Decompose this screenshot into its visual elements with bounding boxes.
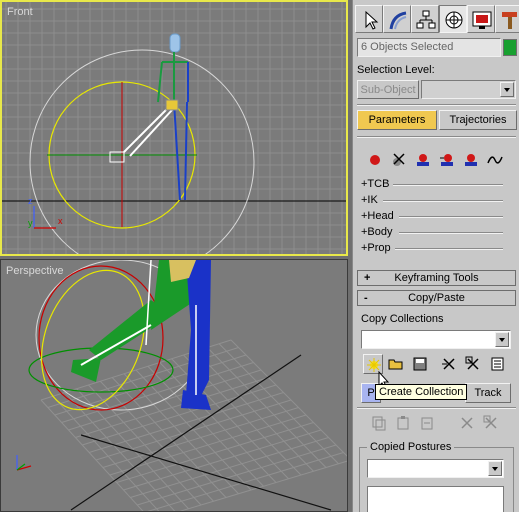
delete-collection-button[interactable] — [439, 354, 459, 374]
sliding-key-icon — [440, 154, 453, 166]
curve-icon — [487, 156, 503, 164]
save-icon — [413, 357, 427, 371]
persp-axis-tripod — [16, 455, 32, 471]
divider — [399, 232, 503, 234]
delete-all-icon — [465, 356, 479, 370]
track-button[interactable]: Track — [465, 383, 511, 403]
selection-color-swatch[interactable] — [503, 39, 517, 56]
motion-icon — [445, 11, 463, 29]
copy-icon — [372, 416, 386, 431]
divider — [395, 248, 503, 250]
keyframing-tools-title: Keyframing Tools — [394, 272, 479, 284]
parameters-button[interactable]: Parameters — [357, 110, 437, 130]
delete-icon — [461, 417, 473, 429]
set-free-key-button[interactable] — [461, 150, 481, 170]
delete-all-icon — [483, 415, 497, 429]
perspective-viewport[interactable]: Perspective — [0, 259, 348, 512]
delete-all-postures-button[interactable] — [481, 413, 501, 433]
copy-paste-title: Copy/Paste — [408, 292, 465, 304]
persp-red-ring — [38, 265, 164, 411]
display-icon — [472, 11, 492, 29]
divider — [357, 104, 516, 106]
chevron-down-icon — [495, 332, 509, 347]
hierarchy-icon — [416, 10, 436, 29]
divider — [399, 216, 503, 218]
set-sliding-key-button[interactable] — [437, 150, 457, 170]
posture-preview — [367, 486, 504, 512]
divider — [393, 184, 503, 186]
command-panel: 6 Objects Selected Selection Level: Sub-… — [352, 0, 519, 512]
track-body[interactable]: +Body — [361, 226, 393, 238]
set-key-button[interactable] — [365, 150, 385, 170]
delete-key-icon — [393, 153, 405, 166]
paste-opposite-button[interactable] — [417, 413, 437, 433]
persp-axis-line-b — [70, 354, 302, 511]
tab-utilities[interactable] — [495, 5, 519, 33]
set-planted-key-button[interactable] — [413, 150, 433, 170]
free-key-icon — [465, 154, 477, 166]
copy-collections-label: Copy Collections — [361, 313, 444, 325]
paste-opposite-icon — [421, 417, 433, 430]
bend-icon — [389, 11, 407, 30]
axis-z-label: z — [28, 196, 33, 206]
paste-icon — [397, 416, 409, 430]
divider — [383, 200, 503, 202]
red-dot-icon — [370, 155, 380, 165]
trajectories-button[interactable]: Trajectories — [439, 110, 517, 130]
track-prop[interactable]: +Prop — [361, 242, 391, 254]
paste-posture-button[interactable] — [393, 413, 413, 433]
curve-button[interactable] — [485, 150, 505, 170]
axis-y-label: y — [28, 218, 33, 228]
copy-collections-dropdown[interactable] — [361, 330, 511, 349]
delete-posture-button[interactable] — [457, 413, 477, 433]
sub-object-button[interactable]: Sub-Object — [357, 80, 419, 99]
delete-key-button[interactable] — [389, 150, 409, 170]
tab-display[interactable] — [467, 5, 495, 33]
copy-paste-rollout[interactable]: - Copy/Paste — [357, 290, 516, 306]
perspective-viewport-canvas — [16, 260, 347, 511]
front-viewport-canvas: z x y — [2, 2, 346, 254]
tab-modify[interactable] — [383, 5, 411, 33]
folder-icon — [388, 359, 403, 370]
selection-name-field[interactable]: 6 Objects Selected — [357, 38, 501, 57]
tab-motion[interactable] — [439, 5, 467, 33]
divider — [357, 136, 516, 138]
cursor-icon — [365, 10, 379, 30]
front-viewport[interactable]: z x y Front — [0, 0, 348, 256]
save-collection-button[interactable] — [410, 354, 430, 374]
axis-x-label: x — [58, 216, 63, 226]
command-panel-tabs — [353, 0, 519, 36]
keyframing-tools-rollout[interactable]: + Keyframing Tools — [357, 270, 516, 286]
copied-postures-label: Copied Postures — [367, 441, 455, 453]
copy-posture-button[interactable] — [369, 413, 389, 433]
delete-all-collections-button[interactable] — [463, 354, 483, 374]
track-tcb[interactable]: +TCB — [361, 178, 389, 190]
perspective-viewport-label[interactable]: Perspective — [6, 265, 63, 277]
chevron-down-icon — [500, 82, 514, 97]
planted-key-icon — [417, 154, 429, 166]
track-head[interactable]: +Head — [361, 210, 394, 222]
delete-icon — [442, 358, 455, 370]
tab-hierarchy[interactable] — [411, 5, 439, 33]
divider — [357, 407, 516, 409]
document-icon — [491, 357, 504, 371]
max-load-save-button[interactable] — [487, 354, 507, 374]
selection-level-label: Selection Level: — [357, 64, 435, 76]
track-ik[interactable]: +IK — [361, 194, 378, 206]
tab-create[interactable] — [355, 5, 383, 33]
copied-postures-dropdown[interactable] — [367, 459, 504, 478]
hammer-icon — [502, 12, 517, 29]
front-viewport-label[interactable]: Front — [7, 6, 33, 18]
sub-object-dropdown[interactable] — [421, 80, 516, 99]
create-collection-tooltip: Create Collection — [375, 384, 468, 400]
chevron-down-icon — [488, 461, 502, 476]
